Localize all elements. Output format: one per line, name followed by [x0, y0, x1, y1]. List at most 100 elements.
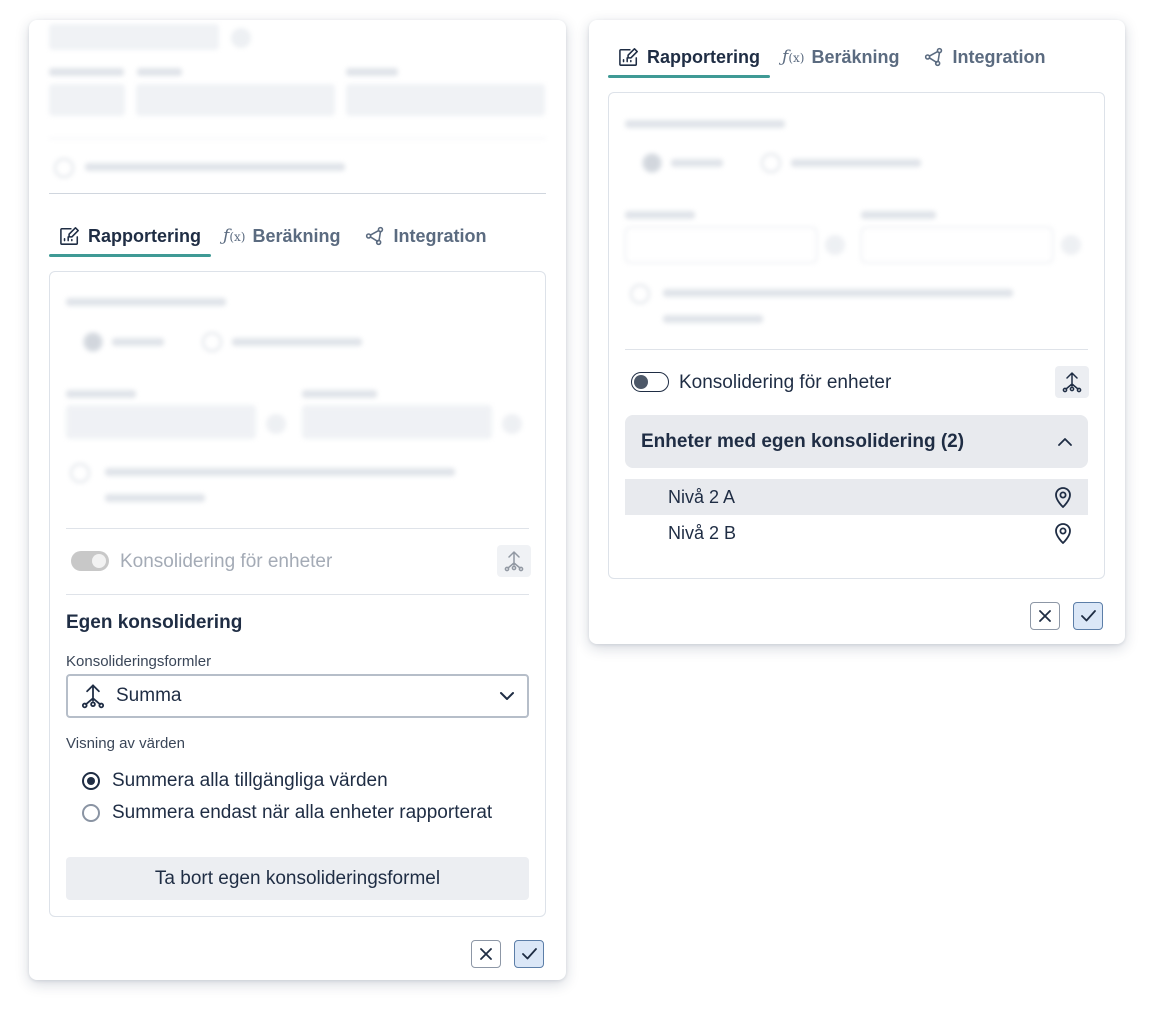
check-icon [1080, 610, 1096, 622]
share-node-icon [925, 47, 943, 67]
tab-calculation[interactable]: ƒ(x) Beräkning [213, 219, 350, 253]
blurred-label [663, 315, 763, 323]
reporting-panel: Konsolidering för enheter Enheter med eg… [608, 92, 1105, 579]
function-icon: ƒ(x) [223, 226, 246, 246]
consolidation-tree-button[interactable] [1055, 366, 1089, 398]
unit-label: Nivå 2 A [668, 486, 736, 507]
tab-calculation-label: Beräkning [811, 46, 900, 67]
display-label: Visning av värden [66, 735, 185, 752]
tab-reporting-label: Rapportering [88, 225, 202, 246]
close-icon [480, 948, 492, 960]
blurred-label [112, 338, 164, 346]
blurred-radio [642, 153, 662, 173]
blurred-input [861, 227, 1053, 263]
blurred-label [66, 390, 136, 398]
chevron-up-icon [1058, 438, 1072, 446]
tab-reporting[interactable]: Rapportering [608, 40, 771, 78]
blurred-checkbox [630, 284, 650, 304]
blurred-label [791, 159, 921, 167]
share-node-icon [366, 226, 384, 246]
tree-merge-icon [504, 550, 524, 572]
tab-integration[interactable]: Integration [913, 40, 1055, 74]
blurred-info-icon [1061, 235, 1081, 255]
tab-bar: Rapportering ƒ(x) Beräkning Integration [49, 217, 496, 257]
consolidation-toggle-label: Konsolidering för enheter [679, 372, 892, 393]
blurred-radio [202, 332, 222, 352]
list-item[interactable]: Nivå 2 B [625, 515, 1088, 551]
cancel-button[interactable] [1030, 602, 1060, 630]
radio-unselected[interactable] [82, 804, 100, 822]
consolidation-toggle-label: Konsolidering för enheter [120, 551, 333, 572]
formulas-label: Konsolideringsformler [66, 653, 212, 670]
blurred-info-icon [266, 414, 286, 434]
unit-label: Nivå 2 B [668, 522, 737, 543]
tab-integration-label: Integration [952, 46, 1046, 67]
radio-label: Summera endast när alla enheter rapporte… [112, 802, 493, 823]
blurred-label [625, 211, 695, 219]
right-property-card: Rapportering ƒ(x) Beräkning Integration [589, 20, 1125, 644]
close-icon [1039, 610, 1051, 622]
formula-select[interactable]: Summa [66, 674, 529, 718]
section-title: Egen konsolidering [66, 612, 243, 633]
map-pin-icon[interactable] [1054, 486, 1072, 508]
tab-bar: Rapportering ƒ(x) Beräkning Integration [608, 38, 1055, 78]
blurred-input [302, 405, 492, 439]
divider [66, 528, 529, 529]
blurred-divider [49, 138, 546, 139]
edit-chart-icon [619, 48, 638, 66]
tab-reporting-label: Rapportering [647, 46, 761, 67]
divider [625, 349, 1088, 350]
accordion-title: Enheter med egen konsolidering (2) [641, 430, 965, 452]
tab-calculation-label: Beräkning [252, 225, 341, 246]
blurred-label [302, 390, 377, 398]
blurred-label [105, 494, 205, 502]
consolidation-toggle[interactable] [71, 551, 109, 571]
blurred-label [625, 120, 785, 128]
tab-reporting[interactable]: Rapportering [49, 219, 212, 257]
blurred-label [232, 338, 362, 346]
tab-integration-label: Integration [393, 225, 487, 246]
confirm-button[interactable] [1073, 602, 1103, 630]
list-item[interactable]: Nivå 2 A [625, 479, 1088, 515]
confirm-button[interactable] [514, 940, 544, 968]
map-pin-icon[interactable] [1054, 522, 1072, 544]
consolidation-toggle[interactable] [631, 372, 669, 392]
blurred-input [66, 405, 256, 439]
section-divider [49, 193, 546, 194]
consolidation-tree-button[interactable] [497, 545, 531, 577]
blurred-label [671, 159, 723, 167]
blurred-radio [83, 332, 103, 352]
blurred-label [861, 211, 936, 219]
blurred-radio [761, 153, 781, 173]
remove-consolidation-button[interactable]: Ta bort egen konsolideringsformel [66, 857, 529, 900]
blurred-label [663, 289, 1013, 297]
cancel-button[interactable] [471, 940, 501, 968]
formula-select-value: Summa [116, 685, 182, 706]
blurred-info-icon [502, 414, 522, 434]
radio-label: Summera alla tillgängliga värden [112, 770, 388, 791]
reporting-panel: Konsolidering för enheter Egen konsolide… [49, 271, 546, 917]
radio-selected[interactable] [82, 772, 100, 790]
tab-calculation[interactable]: ƒ(x) Beräkning [772, 40, 909, 74]
tab-integration[interactable]: Integration [354, 219, 496, 253]
radio-sum-complete[interactable]: Summera endast när alla enheter rapporte… [82, 802, 492, 824]
blurred-input [49, 84, 125, 116]
blurred-label [85, 163, 345, 171]
function-icon: ƒ(x) [782, 47, 805, 67]
blurred-info-icon [231, 28, 251, 48]
edit-chart-icon [60, 227, 79, 245]
check-icon [521, 948, 537, 960]
blurred-input [346, 84, 545, 116]
blurred-label [137, 68, 182, 76]
own-consolidation-accordion[interactable]: Enheter med egen konsolidering (2) [625, 415, 1088, 468]
blurred-label [105, 468, 455, 476]
blurred-label [346, 68, 398, 76]
blurred-label [49, 68, 124, 76]
blurred-select [49, 24, 219, 50]
blurred-input [136, 84, 335, 116]
radio-sum-all[interactable]: Summera alla tillgängliga värden [82, 770, 388, 792]
tree-merge-icon [1062, 371, 1082, 393]
tree-merge-icon [81, 684, 105, 709]
left-property-card: Rapportering ƒ(x) Beräkning Integration [29, 20, 566, 980]
blurred-checkbox [54, 158, 74, 178]
